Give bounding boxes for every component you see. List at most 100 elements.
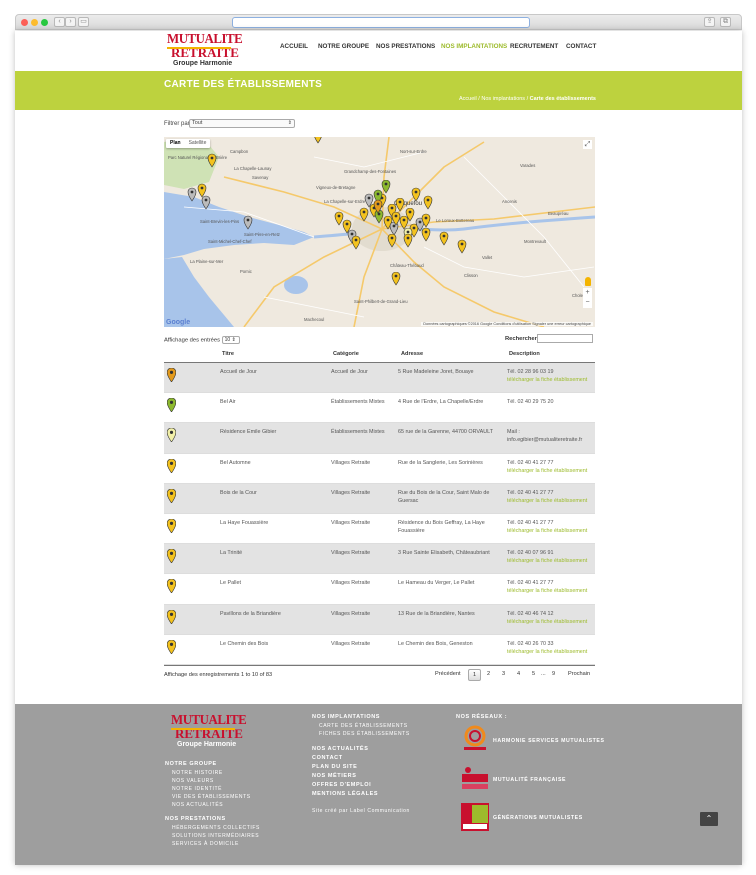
row-description: Tél. 02 28 96 03 19 télécharger la fiche … (507, 368, 587, 384)
network-generations-mutualistes[interactable]: GÉNÉRATIONS MUTUALISTES (493, 815, 583, 821)
row-title[interactable]: Le Chemin des Bois (220, 640, 268, 648)
footer-link[interactable]: NOS ACTUALITÉS (172, 802, 223, 808)
network-mutualite-francaise[interactable]: MUTUALITÉ FRANÇAISE (493, 777, 566, 783)
footer-head-nos-implantations[interactable]: NOS IMPLANTATIONS (312, 714, 380, 720)
filter-select[interactable]: Tout ⇕ (189, 119, 295, 128)
length-select[interactable]: 10 ⇕ (221, 336, 240, 344)
col-header-title[interactable]: Titre (222, 351, 234, 357)
row-title[interactable]: Bel Air (220, 398, 236, 406)
map-canvas: Campbon Parc Naturel Régional de Brière … (164, 137, 595, 327)
forward-icon[interactable]: › (65, 17, 76, 27)
footer-link[interactable]: NOTRE HISTOIRE (172, 770, 223, 776)
footer-link[interactable]: NOS VALEURS (172, 778, 214, 784)
minimize-window-icon[interactable] (31, 19, 38, 26)
network-harmonie[interactable]: HARMONIE SERVICES MUTUALISTES (493, 738, 605, 744)
pager-prev[interactable]: Précédent (435, 671, 461, 677)
footer-link-mentions[interactable]: MENTIONS LÉGALES (312, 791, 378, 797)
breadcrumb-home[interactable]: Accueil (459, 96, 477, 102)
establishments-map[interactable]: Campbon Parc Naturel Régional de Brière … (164, 137, 595, 327)
table-row: Bois de la Cour Villages Retraite Rue du B… (164, 483, 595, 514)
maximize-window-icon[interactable] (41, 19, 48, 26)
nav-nos-prestations[interactable]: NOS PRESTATIONS (376, 43, 435, 50)
zoom-out-icon[interactable]: − (583, 298, 592, 308)
footer-link[interactable]: NOTRE IDENTITÉ (172, 786, 222, 792)
download-sheet-link[interactable]: télécharger la fiche établissement (507, 497, 587, 505)
footer-link-actualites[interactable]: NOS ACTUALITÉS (312, 746, 368, 752)
nav-contact[interactable]: CONTACT (566, 43, 596, 50)
fullscreen-icon[interactable]: ⤢ (583, 140, 592, 149)
pager-page-4[interactable]: 4 (517, 671, 520, 677)
row-title[interactable]: Pavillons de la Briandière (220, 610, 281, 618)
pager-page-9[interactable]: 9 (552, 671, 555, 677)
footer-link[interactable]: FICHES DES ÉTABLISSEMENTS (319, 731, 410, 737)
footer-head-nos-prestations[interactable]: NOS PRESTATIONS (165, 816, 226, 822)
row-address: 65 rue de la Garenne, 44700 ORVAULT (398, 429, 493, 436)
row-title[interactable]: Bel Automne (220, 459, 251, 467)
back-icon[interactable]: ‹ (54, 17, 65, 27)
row-title[interactable]: La Trinité (220, 549, 242, 557)
map-pin-icon (167, 488, 176, 503)
map-tab-plan[interactable]: Plan (166, 139, 185, 148)
site-logo[interactable]: MUTUALITE RETRAITE Groupe Harmonie (167, 32, 243, 69)
row-tel: Tél. 02 40 07 96 91 (507, 550, 554, 557)
row-title[interactable]: La Haye Fouassière (220, 519, 268, 527)
table-search: Rechercher (505, 334, 593, 343)
map-marker-icon (439, 231, 449, 246)
footer-link-metiers[interactable]: NOS MÉTIERS (312, 773, 357, 779)
map-label: Le Loroux-Bottereau (436, 218, 475, 223)
col-header-description[interactable]: Description (509, 351, 540, 357)
harmonie-services-logo-icon[interactable] (460, 724, 490, 754)
mutualite-francaise-logo-icon[interactable] (460, 764, 490, 794)
download-sheet-link[interactable]: télécharger la fiche établissement (507, 557, 587, 565)
nav-notre-groupe[interactable]: NOTRE GROUPE (318, 43, 369, 50)
close-window-icon[interactable] (21, 19, 28, 26)
row-title[interactable]: Le Pallet (220, 579, 241, 587)
footer-link[interactable]: SERVICES À DOMICILE (172, 841, 239, 847)
footer-link[interactable]: CARTE DES ÉTABLISSEMENTS (319, 723, 408, 729)
zoom-in-icon[interactable]: + (583, 288, 592, 298)
footer-link-plan-du-site[interactable]: PLAN DU SITE (312, 764, 357, 770)
col-header-address[interactable]: Adresse (401, 351, 423, 357)
logo-line1: MUTUALITE (167, 32, 243, 47)
download-sheet-link[interactable]: télécharger la fiche établissement (507, 648, 587, 656)
footer-link[interactable]: VIE DES ÉTABLISSEMENTS (172, 794, 251, 800)
download-sheet-link[interactable]: télécharger la fiche établissement (507, 618, 587, 626)
generations-mutualistes-logo-icon[interactable] (460, 802, 490, 832)
footer-logo[interactable]: MUTUALITE RETRAITE Groupe Harmonie (171, 714, 247, 748)
footer-link-contact[interactable]: CONTACT (312, 755, 343, 761)
row-tel: Tél. 02 28 96 03 19 (507, 369, 554, 375)
download-sheet-link[interactable]: télécharger la fiche établissement (507, 467, 587, 475)
pager-page-2[interactable]: 2 (487, 671, 490, 677)
pager-page-3[interactable]: 3 (502, 671, 505, 677)
map-label: La Plaine-sur-Mer (190, 259, 224, 264)
sidebar-icon[interactable]: ▭ (78, 17, 89, 27)
nav-accueil[interactable]: ACCUEIL (280, 43, 308, 50)
nav-nos-implantations[interactable]: NOS IMPLANTATIONS (441, 43, 507, 50)
search-input[interactable] (537, 334, 593, 343)
download-sheet-link[interactable]: télécharger la fiche établissement (507, 587, 587, 595)
footer-head-notre-groupe[interactable]: NOTRE GROUPE (165, 761, 217, 767)
breadcrumb-implantations[interactable]: Nos implantations (481, 96, 525, 102)
download-sheet-link[interactable]: télécharger la fiche établissement (507, 527, 587, 535)
footer-link[interactable]: SOLUTIONS INTERMÉDIAIRES (172, 833, 259, 839)
pager-page-5[interactable]: 5 (532, 671, 535, 677)
filter-value: Tout (192, 120, 203, 126)
scroll-to-top-button[interactable]: ⌃ (700, 812, 718, 826)
credit-agency-link[interactable]: Label Communication (350, 808, 410, 814)
nav-recrutement[interactable]: RECRUTEMENT (510, 43, 558, 50)
col-header-category[interactable]: Catégorie (333, 351, 359, 357)
row-title[interactable]: Résidence Emile Gibier (220, 428, 276, 436)
footer-credit: Site créé par Label Communication (312, 808, 410, 814)
row-title[interactable]: Accueil de Jour (220, 368, 257, 376)
street-view-pegman-icon[interactable] (585, 277, 591, 286)
row-title[interactable]: Bois de la Cour (220, 489, 257, 497)
download-sheet-link[interactable]: télécharger la fiche établissement (507, 376, 587, 384)
pager-page-1[interactable]: 1 (468, 669, 482, 681)
pager-next[interactable]: Prochain (568, 671, 590, 677)
footer-link[interactable]: HÉBERGEMENTS COLLECTIFS (172, 825, 260, 831)
address-bar[interactable] (232, 17, 530, 28)
map-tab-satellite[interactable]: Satellite (185, 139, 211, 148)
share-icon[interactable]: ⇪ (704, 17, 715, 27)
tabs-icon[interactable]: ⧉ (720, 17, 731, 27)
footer-link-offres[interactable]: OFFRES D'EMPLOI (312, 782, 371, 788)
